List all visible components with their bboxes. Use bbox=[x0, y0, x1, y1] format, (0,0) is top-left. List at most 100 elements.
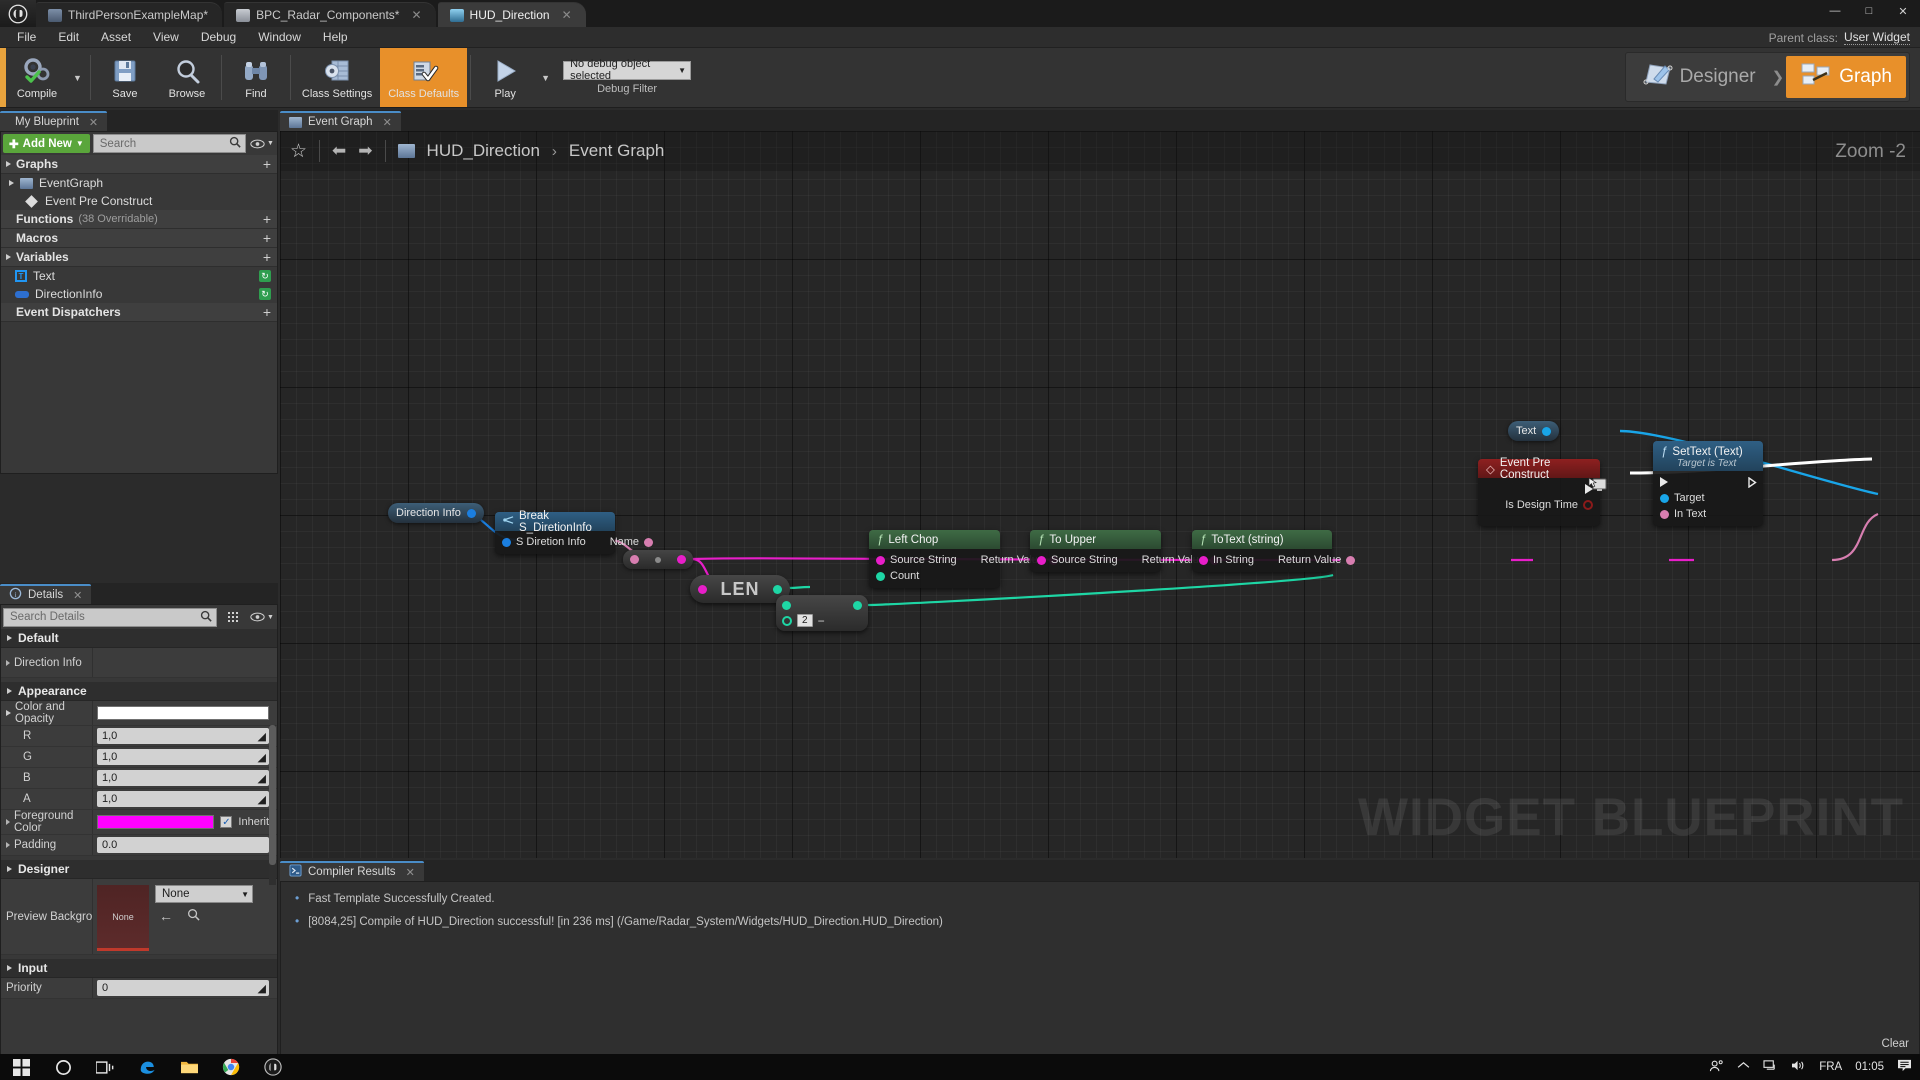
task-view-icon[interactable] bbox=[84, 1054, 126, 1080]
window-tab-hud-direction[interactable]: HUD_Direction ✕ bbox=[437, 2, 586, 27]
designer-mode-button[interactable]: Designer bbox=[1629, 56, 1770, 98]
play-dropdown-icon[interactable]: ▼ bbox=[536, 48, 555, 107]
tab-details[interactable]: i Details ✕ bbox=[0, 584, 92, 604]
parent-class-link[interactable]: User Widget bbox=[1843, 30, 1910, 45]
close-icon[interactable]: ✕ bbox=[383, 116, 392, 129]
forward-arrow-icon[interactable]: ➡ bbox=[358, 141, 372, 161]
window-tab-bpc-radar-components[interactable]: BPC_Radar_Components* ✕ bbox=[224, 2, 436, 27]
foreground-color-swatch[interactable] bbox=[97, 815, 215, 829]
section-default[interactable]: Default bbox=[1, 629, 277, 648]
tree-item-directioninfo-variable[interactable]: DirectionInfo ↻ bbox=[1, 285, 277, 303]
node-direction-info-get[interactable]: Direction Info bbox=[388, 503, 484, 523]
expander-icon[interactable] bbox=[6, 710, 11, 716]
network-icon[interactable] bbox=[1763, 1059, 1778, 1075]
color-swatch[interactable] bbox=[97, 706, 269, 720]
node-string-length[interactable]: LEN bbox=[690, 575, 790, 603]
details-scrollbar[interactable] bbox=[269, 725, 276, 885]
preview-background-thumbnail[interactable]: None bbox=[97, 885, 149, 951]
inherit-checkbox[interactable]: ✓ bbox=[220, 816, 233, 828]
add-function-icon[interactable]: + bbox=[263, 211, 271, 227]
variable-instance-editable-icon[interactable]: ↻ bbox=[259, 270, 271, 282]
section-input[interactable]: Input bbox=[1, 959, 277, 978]
input-pin-source-string[interactable] bbox=[1037, 555, 1046, 565]
tree-item-eventgraph[interactable]: EventGraph bbox=[1, 174, 277, 192]
drag-handle-icon[interactable]: ◢ bbox=[258, 751, 266, 764]
menu-help[interactable]: Help bbox=[312, 28, 359, 46]
compile-dropdown-icon[interactable]: ▼ bbox=[68, 48, 87, 107]
node-reroute-knot[interactable] bbox=[623, 550, 693, 569]
close-icon[interactable]: ✕ bbox=[411, 8, 421, 22]
output-pin-is-design-time[interactable] bbox=[1583, 500, 1593, 510]
output-pin-result[interactable] bbox=[853, 601, 862, 610]
drag-handle-icon[interactable]: ◢ bbox=[258, 772, 266, 785]
cortana-icon[interactable] bbox=[42, 1054, 84, 1080]
output-exec-pin[interactable] bbox=[1748, 477, 1757, 488]
preview-background-select[interactable]: None ▼ bbox=[155, 885, 253, 903]
input-exec-pin[interactable] bbox=[1660, 477, 1668, 487]
edge-icon[interactable] bbox=[126, 1054, 168, 1080]
browse-to-asset-icon[interactable] bbox=[187, 908, 200, 926]
close-icon[interactable]: ✕ bbox=[562, 8, 572, 22]
node-subtract[interactable]: 2 − bbox=[776, 595, 868, 631]
details-view-options-button[interactable]: ▼ bbox=[249, 608, 275, 627]
output-pin-return-value[interactable] bbox=[1346, 555, 1356, 565]
node-event-pre-construct[interactable]: ◇ Event Pre Construct Is Design Time bbox=[1478, 457, 1600, 526]
class-settings-button[interactable]: Class Settings bbox=[294, 48, 380, 107]
tab-compiler-results[interactable]: Compiler Results ✕ bbox=[280, 861, 424, 881]
play-button[interactable]: Play bbox=[474, 48, 536, 107]
color-r-input[interactable]: 1,0 ◢ bbox=[97, 728, 269, 744]
breadcrumb-current[interactable]: Event Graph bbox=[569, 141, 664, 161]
close-icon[interactable]: ✕ bbox=[73, 589, 82, 602]
details-grid-view-button[interactable] bbox=[220, 608, 246, 627]
add-variable-icon[interactable]: + bbox=[263, 249, 271, 265]
graph-canvas[interactable]: ☆ ⬅ ➡ HUD_Direction › Event Graph Zoom -… bbox=[280, 131, 1920, 858]
save-button[interactable]: Save bbox=[94, 48, 156, 107]
node-set-text[interactable]: ƒ SetText (Text) Target is Text Target I… bbox=[1653, 441, 1763, 526]
output-pin-text-object[interactable] bbox=[1542, 426, 1552, 436]
priority-input[interactable]: 0 ◢ bbox=[97, 980, 269, 996]
color-a-input[interactable]: 1,0 ◢ bbox=[97, 791, 269, 807]
drag-handle-icon[interactable]: ◢ bbox=[258, 730, 266, 743]
menu-file[interactable]: File bbox=[6, 28, 47, 46]
expander-icon[interactable] bbox=[6, 819, 10, 825]
menu-asset[interactable]: Asset bbox=[90, 28, 142, 46]
find-button[interactable]: Find bbox=[225, 48, 287, 107]
input-pin-a[interactable] bbox=[782, 601, 791, 610]
view-options-button[interactable]: ▼ bbox=[249, 134, 275, 153]
volume-icon[interactable] bbox=[1791, 1059, 1806, 1075]
section-appearance[interactable]: Appearance bbox=[1, 682, 277, 701]
close-icon[interactable]: ✕ bbox=[89, 116, 98, 129]
input-pin-string[interactable] bbox=[698, 584, 707, 594]
maximize-button[interactable]: □ bbox=[1852, 0, 1886, 22]
use-selected-asset-icon[interactable]: ← bbox=[159, 908, 173, 926]
node-text-get[interactable]: Text bbox=[1508, 421, 1560, 441]
graph-mode-button[interactable]: Graph bbox=[1786, 56, 1906, 98]
unreal-icon[interactable] bbox=[252, 1054, 294, 1080]
section-designer[interactable]: Designer bbox=[1, 860, 277, 879]
input-pin-count[interactable] bbox=[876, 571, 885, 581]
clear-compiler-results-button[interactable]: Clear bbox=[1882, 1038, 1909, 1050]
compile-button[interactable]: Compile bbox=[6, 48, 68, 107]
variable-instance-editable-icon[interactable]: ↻ bbox=[259, 288, 271, 300]
category-event-dispatchers[interactable]: Event Dispatchers + bbox=[1, 303, 277, 322]
color-g-input[interactable]: 1,0 ◢ bbox=[97, 749, 269, 765]
category-functions[interactable]: Functions (38 Overridable) + bbox=[1, 210, 277, 229]
menu-view[interactable]: View bbox=[142, 28, 190, 46]
chrome-icon[interactable] bbox=[210, 1054, 252, 1080]
breadcrumb-root[interactable]: HUD_Direction bbox=[427, 141, 540, 161]
drag-handle-icon[interactable]: ◢ bbox=[258, 982, 266, 995]
browse-button[interactable]: Browse bbox=[156, 48, 218, 107]
output-pin-name[interactable] bbox=[644, 537, 654, 547]
close-icon[interactable]: ✕ bbox=[406, 866, 415, 879]
input-pin-s-diretion-info[interactable] bbox=[502, 537, 511, 547]
menu-window[interactable]: Window bbox=[247, 28, 312, 46]
node-break-struct[interactable]: Break S_DiretionInfo S Diretion Info Nam… bbox=[495, 510, 654, 554]
back-arrow-icon[interactable]: ⬅ bbox=[332, 141, 346, 161]
my-blueprint-search-input[interactable]: Search bbox=[92, 134, 246, 153]
drag-handle-icon[interactable]: ◢ bbox=[258, 793, 266, 806]
people-icon[interactable] bbox=[1709, 1059, 1724, 1076]
debug-object-select[interactable]: No debug object selected ▼ bbox=[563, 58, 692, 82]
node-left-chop[interactable]: ƒ Left Chop Source String Return Value C… bbox=[869, 530, 1059, 588]
compiler-message-list[interactable]: • Fast Template Successfully Created. • … bbox=[281, 882, 1919, 1054]
action-center-icon[interactable] bbox=[1897, 1059, 1912, 1075]
